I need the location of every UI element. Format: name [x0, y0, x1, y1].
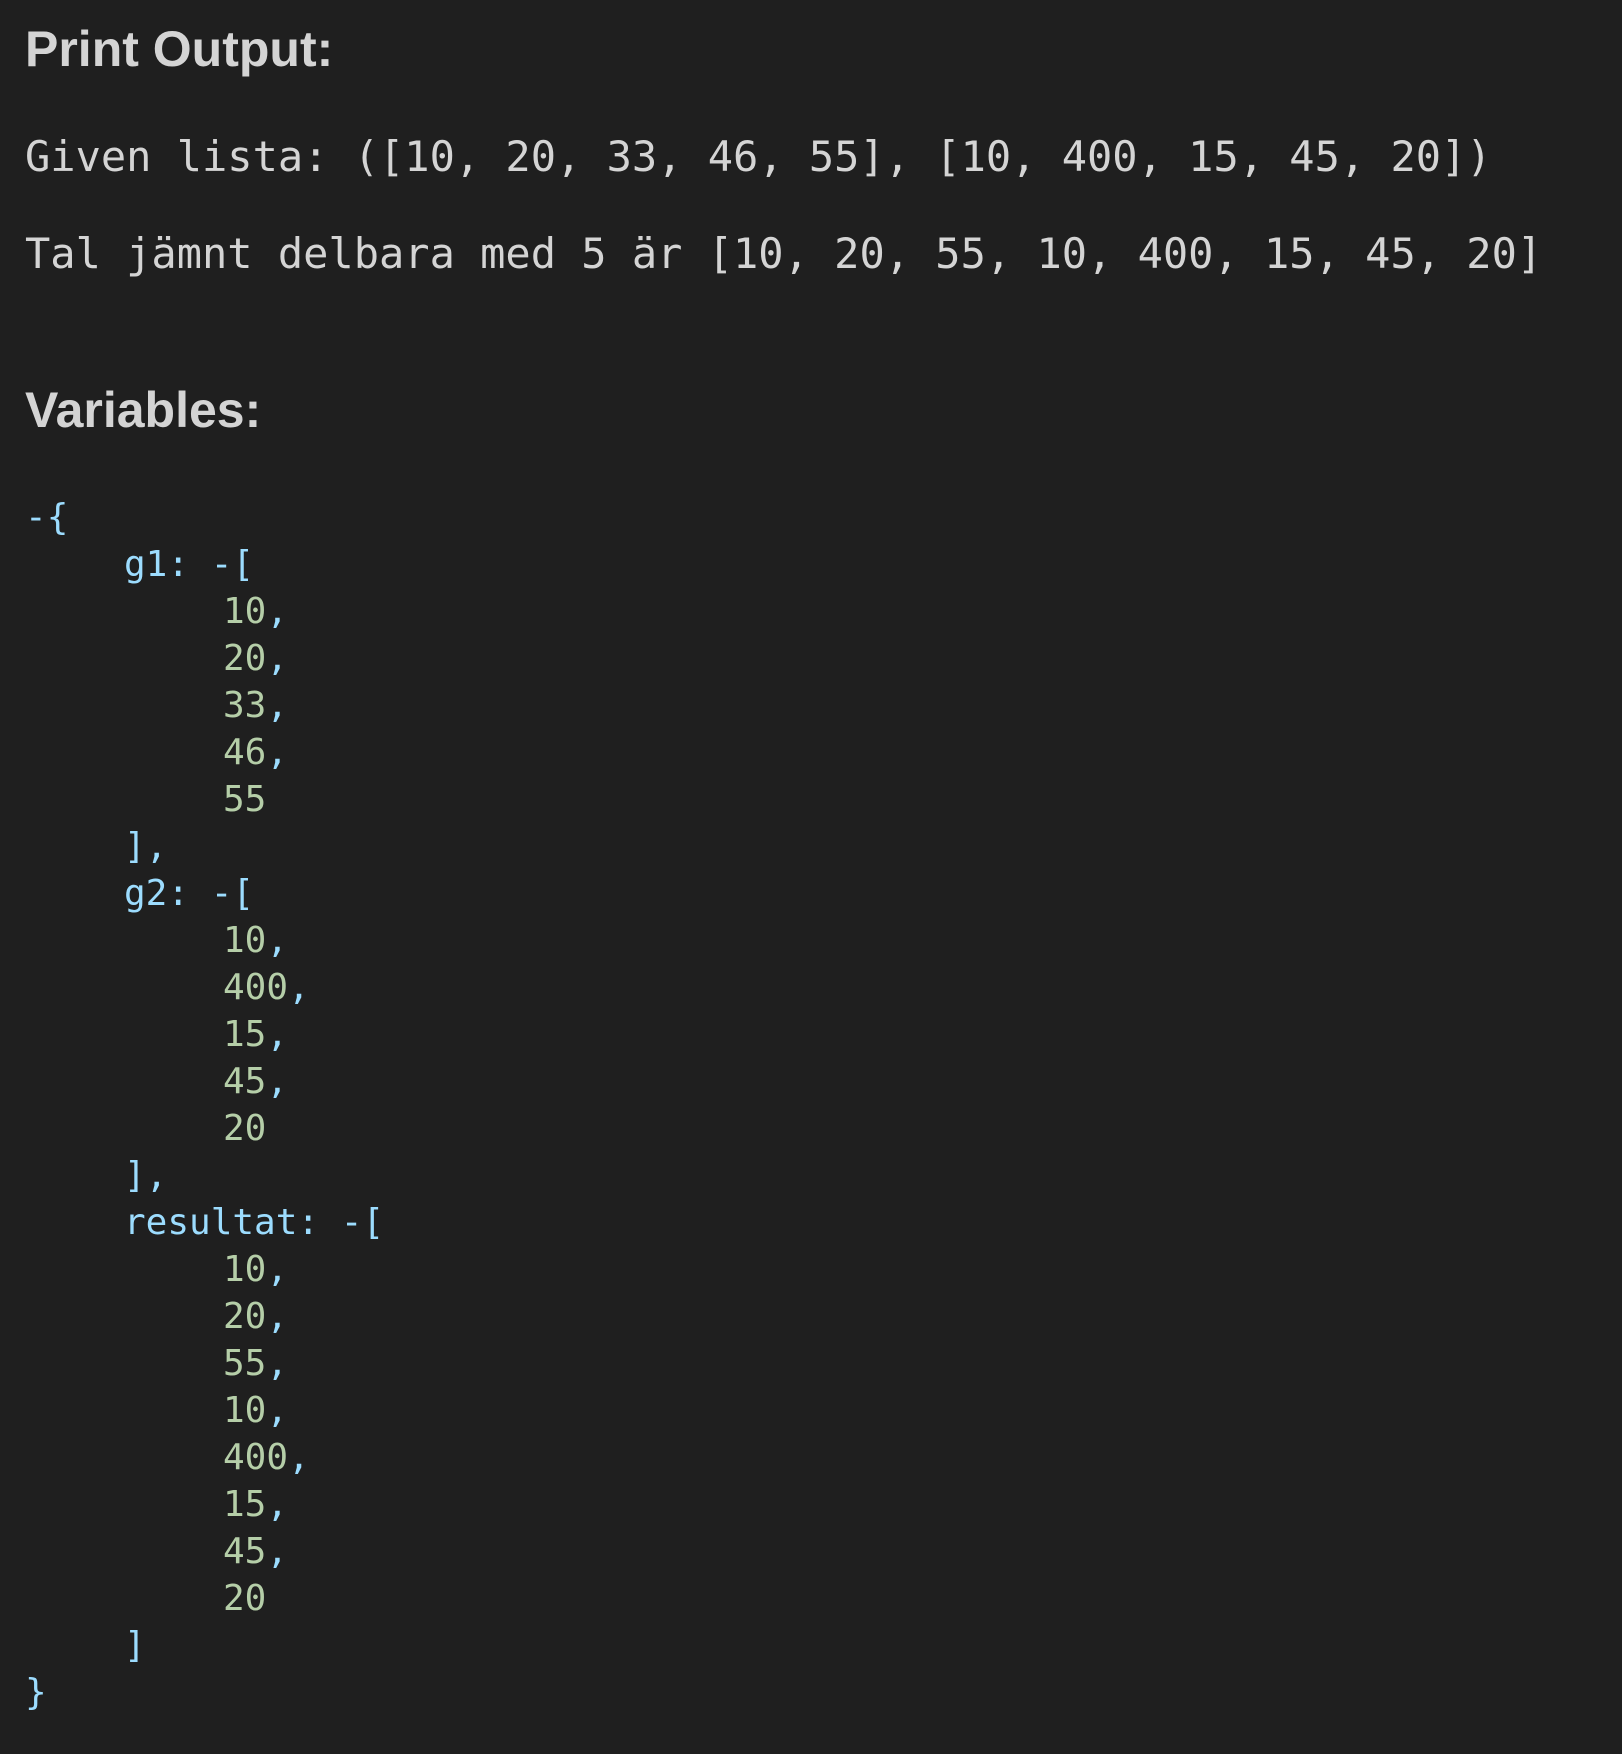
comma: ,: [266, 685, 289, 726]
list-item: 10,: [25, 1246, 384, 1293]
print-output-heading: Print Output:: [25, 21, 334, 77]
collapse-toggle[interactable]: -: [211, 873, 233, 914]
open-bracket: [: [232, 544, 255, 585]
open-brace: {: [46, 497, 69, 538]
list-item: 15,: [25, 1011, 384, 1058]
output-panel: Print Output: Given lista: ([10, 20, 33,…: [0, 0, 1622, 1754]
list-item: 400,: [25, 964, 384, 1011]
comma: ,: [266, 732, 289, 773]
list-value: 10: [223, 1390, 267, 1431]
list-item: 15,: [25, 1481, 384, 1528]
list-value: 55: [223, 779, 267, 820]
comma: ,: [266, 638, 289, 679]
list-item: 20,: [25, 1293, 384, 1340]
variable-key: resultat:: [124, 1202, 320, 1243]
list-item: 55: [25, 776, 384, 823]
list-close: ],: [25, 823, 384, 870]
variable-row-resultat: resultat: -[: [25, 1199, 384, 1246]
list-value: 20: [223, 638, 267, 679]
print-output-line: Tal jämnt delbara med 5 är [10, 20, 55, …: [25, 229, 1543, 278]
list-item: 10,: [25, 1387, 384, 1434]
variables-tree: -{g1: -[10, 20, 33, 46, 55], g2: -[10, 400, 15,…: [25, 494, 384, 1716]
collapse-toggle[interactable]: -: [341, 1202, 363, 1243]
list-close: ],: [25, 1152, 384, 1199]
list-value: 15: [223, 1014, 267, 1055]
open-bracket: [: [232, 873, 255, 914]
comma: ,: [266, 591, 289, 632]
list-value: 15: [223, 1484, 267, 1525]
list-item: 10,: [25, 917, 384, 964]
list-value: 400: [223, 967, 289, 1008]
list-item: 45,: [25, 1058, 384, 1105]
comma: ,: [288, 1437, 310, 1478]
list-item: 20: [25, 1575, 384, 1622]
list-item: 45,: [25, 1528, 384, 1575]
list-item: 55,: [25, 1340, 384, 1387]
tree-root-open: -{: [25, 494, 384, 541]
print-output-line: Given lista: ([10, 20, 33, 46, 55], [10,…: [25, 132, 1492, 181]
list-value: 10: [223, 591, 267, 632]
open-bracket: [: [362, 1202, 385, 1243]
list-item: 46,: [25, 729, 384, 776]
comma: ,: [266, 1061, 289, 1102]
list-item: 20,: [25, 635, 384, 682]
close-brace: }: [25, 1672, 47, 1713]
list-item: 10,: [25, 588, 384, 635]
comma: ,: [266, 1343, 289, 1384]
list-value: 33: [223, 685, 267, 726]
list-close: ]: [25, 1622, 384, 1669]
list-item: 20: [25, 1105, 384, 1152]
comma: ,: [266, 1014, 289, 1055]
tree-root-close: }: [25, 1669, 384, 1716]
close-bracket: ],: [124, 826, 168, 867]
variable-key: g1:: [124, 544, 190, 585]
list-value: 10: [223, 920, 267, 961]
variable-row-g1: g1: -[: [25, 541, 384, 588]
close-bracket: ],: [124, 1155, 168, 1196]
close-bracket: ]: [124, 1625, 146, 1666]
collapse-toggle[interactable]: -: [211, 544, 233, 585]
list-value: 45: [223, 1061, 267, 1102]
list-value: 10: [223, 1249, 267, 1290]
list-value: 20: [223, 1296, 267, 1337]
list-value: 400: [223, 1437, 289, 1478]
list-value: 55: [223, 1343, 267, 1384]
variable-key: g2:: [124, 873, 190, 914]
list-value: 45: [223, 1531, 267, 1572]
comma: ,: [266, 1249, 289, 1290]
comma: ,: [266, 920, 289, 961]
comma: ,: [266, 1531, 289, 1572]
comma: ,: [266, 1390, 289, 1431]
variables-heading: Variables:: [25, 382, 262, 438]
list-item: 400,: [25, 1434, 384, 1481]
list-value: 20: [223, 1108, 267, 1149]
comma: ,: [288, 967, 310, 1008]
list-item: 33,: [25, 682, 384, 729]
variable-row-g2: g2: -[: [25, 870, 384, 917]
list-value: 46: [223, 732, 267, 773]
comma: ,: [266, 1296, 289, 1337]
comma: ,: [266, 1484, 289, 1525]
list-value: 20: [223, 1578, 267, 1619]
collapse-toggle[interactable]: -: [25, 497, 47, 538]
